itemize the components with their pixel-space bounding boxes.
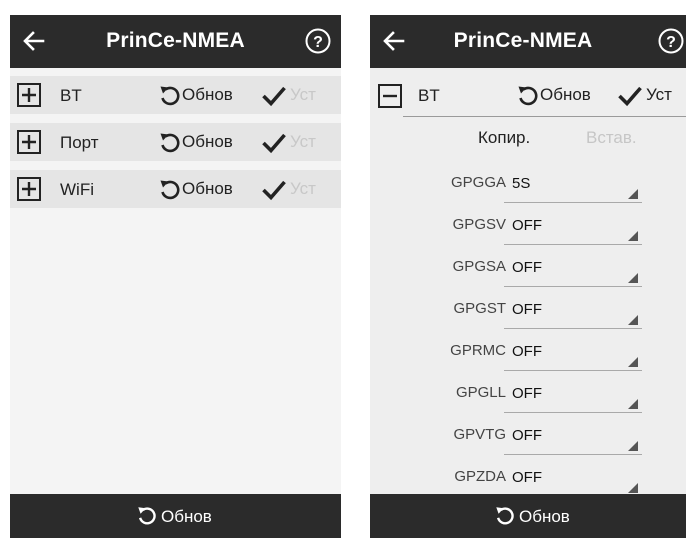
apply-button[interactable]: Уст: [262, 129, 332, 155]
app-title: PrinCe-NMEA: [106, 29, 245, 52]
row-label: BT: [60, 86, 82, 105]
checkmark-icon: [262, 86, 286, 107]
left-screen: PrinCe-NMEA ? BT Обнов Уст Порт Обнов Ус…: [10, 15, 341, 538]
apply-button[interactable]: Уст: [262, 176, 332, 202]
bottom-refresh-label: Обнов: [519, 507, 570, 526]
nmea-sentence-label: GPGST: [453, 300, 506, 317]
bottom-bar: Обнов: [10, 494, 341, 538]
row-divider: [403, 116, 686, 117]
expand-plus-icon[interactable]: [17, 130, 41, 154]
nmea-row-gpzda: GPZDA OFF: [370, 460, 686, 498]
rate-value: OFF: [512, 217, 542, 234]
row-label: WiFi: [60, 180, 94, 199]
expand-plus-icon[interactable]: [17, 177, 41, 201]
apply-button[interactable]: Уст: [262, 82, 332, 108]
bottom-refresh-button[interactable]: Обнов: [494, 505, 584, 529]
rate-dropdown[interactable]: OFF: [504, 212, 642, 245]
dropdown-corner-icon: [628, 357, 638, 367]
refresh-button[interactable]: Обнов: [158, 176, 248, 202]
right-screen: PrinCe-NMEA ? BT Обнов Уст Копир. Встав.: [370, 15, 686, 538]
nmea-row-gpgsa: GPGSA OFF: [370, 250, 686, 288]
device-row-bt-expanded: BT Обнов Уст: [370, 76, 686, 116]
apply-label: Уст: [290, 179, 316, 198]
top-bar: PrinCe-NMEA ?: [370, 15, 686, 68]
rate-dropdown[interactable]: OFF: [504, 422, 642, 455]
app-title: PrinCe-NMEA: [453, 29, 593, 52]
rate-value: OFF: [512, 469, 542, 486]
collapse-minus-icon[interactable]: [378, 84, 402, 108]
refresh-icon: [160, 133, 180, 153]
rate-dropdown[interactable]: OFF: [504, 380, 642, 413]
dropdown-corner-icon: [628, 189, 638, 199]
dropdown-corner-icon: [628, 315, 638, 325]
top-bar: PrinCe-NMEA ?: [10, 15, 341, 68]
apply-label: Уст: [290, 85, 316, 104]
rate-value: OFF: [512, 385, 542, 402]
nmea-sentence-label: GPGSA: [452, 258, 506, 275]
refresh-icon: [160, 86, 180, 106]
refresh-button[interactable]: Обнов: [516, 82, 606, 108]
help-icon[interactable]: ?: [658, 28, 684, 54]
svg-text:?: ?: [313, 34, 323, 51]
rate-dropdown[interactable]: OFF: [504, 338, 642, 371]
dropdown-corner-icon: [628, 399, 638, 409]
rate-dropdown[interactable]: OFF: [504, 296, 642, 329]
nmea-sentence-label: GPVTG: [453, 426, 506, 443]
refresh-label: Обнов: [182, 132, 233, 151]
nmea-row-gpgst: GPGST OFF: [370, 292, 686, 330]
row-label: Порт: [60, 133, 99, 152]
dropdown-corner-icon: [628, 231, 638, 241]
apply-label: Уст: [290, 132, 316, 151]
nmea-row-gprmc: GPRMC OFF: [370, 334, 686, 372]
checkmark-icon: [262, 180, 286, 201]
nmea-sentence-label: GPRMC: [450, 342, 506, 359]
help-icon[interactable]: ?: [305, 28, 331, 54]
rate-value: OFF: [512, 427, 542, 444]
rate-dropdown[interactable]: 5S: [504, 170, 642, 203]
nmea-row-gpvtg: GPVTG OFF: [370, 418, 686, 456]
rate-value: OFF: [512, 259, 542, 276]
dropdown-corner-icon: [628, 273, 638, 283]
rate-value: OFF: [512, 343, 542, 360]
device-row-wifi: WiFi Обнов Уст: [10, 170, 341, 208]
nmea-row-gpgga: GPGGA 5S: [370, 166, 686, 204]
rate-dropdown[interactable]: OFF: [504, 464, 642, 497]
refresh-icon: [138, 507, 156, 525]
refresh-button[interactable]: Обнов: [158, 129, 248, 155]
copy-button[interactable]: Копир.: [478, 128, 530, 148]
rate-dropdown[interactable]: OFF: [504, 254, 642, 287]
device-row-port: Порт Обнов Уст: [10, 123, 341, 161]
nmea-sentence-label: GPGLL: [455, 384, 506, 401]
checkmark-icon: [618, 86, 642, 107]
dropdown-corner-icon: [628, 483, 638, 493]
bottom-bar: Обнов: [370, 494, 686, 538]
device-row-bt: BT Обнов Уст: [10, 76, 341, 114]
bottom-refresh-button[interactable]: Обнов: [136, 505, 226, 529]
refresh-icon: [518, 86, 538, 106]
nmea-row-gpgsv: GPGSV OFF: [370, 208, 686, 246]
refresh-icon: [160, 180, 180, 200]
dropdown-corner-icon: [628, 441, 638, 451]
nmea-sentence-label: GPZDA: [454, 468, 506, 485]
refresh-button[interactable]: Обнов: [158, 82, 248, 108]
row-label: BT: [418, 86, 440, 105]
refresh-label: Обнов: [182, 179, 233, 198]
checkmark-icon: [262, 133, 286, 154]
nmea-row-gpgll: GPGLL OFF: [370, 376, 686, 414]
nmea-sentence-label: GPGSV: [452, 216, 506, 233]
expand-plus-icon[interactable]: [17, 83, 41, 107]
apply-label: Уст: [646, 85, 672, 104]
rate-value: OFF: [512, 301, 542, 318]
refresh-label: Обнов: [182, 85, 233, 104]
apply-button[interactable]: Уст: [618, 82, 682, 108]
refresh-label: Обнов: [540, 85, 591, 104]
svg-text:?: ?: [666, 34, 676, 51]
paste-button[interactable]: Встав.: [586, 128, 637, 148]
rate-value: 5S: [512, 175, 531, 192]
refresh-icon: [496, 507, 514, 525]
bottom-refresh-label: Обнов: [161, 507, 212, 526]
nmea-sentence-label: GPGGA: [450, 174, 506, 191]
